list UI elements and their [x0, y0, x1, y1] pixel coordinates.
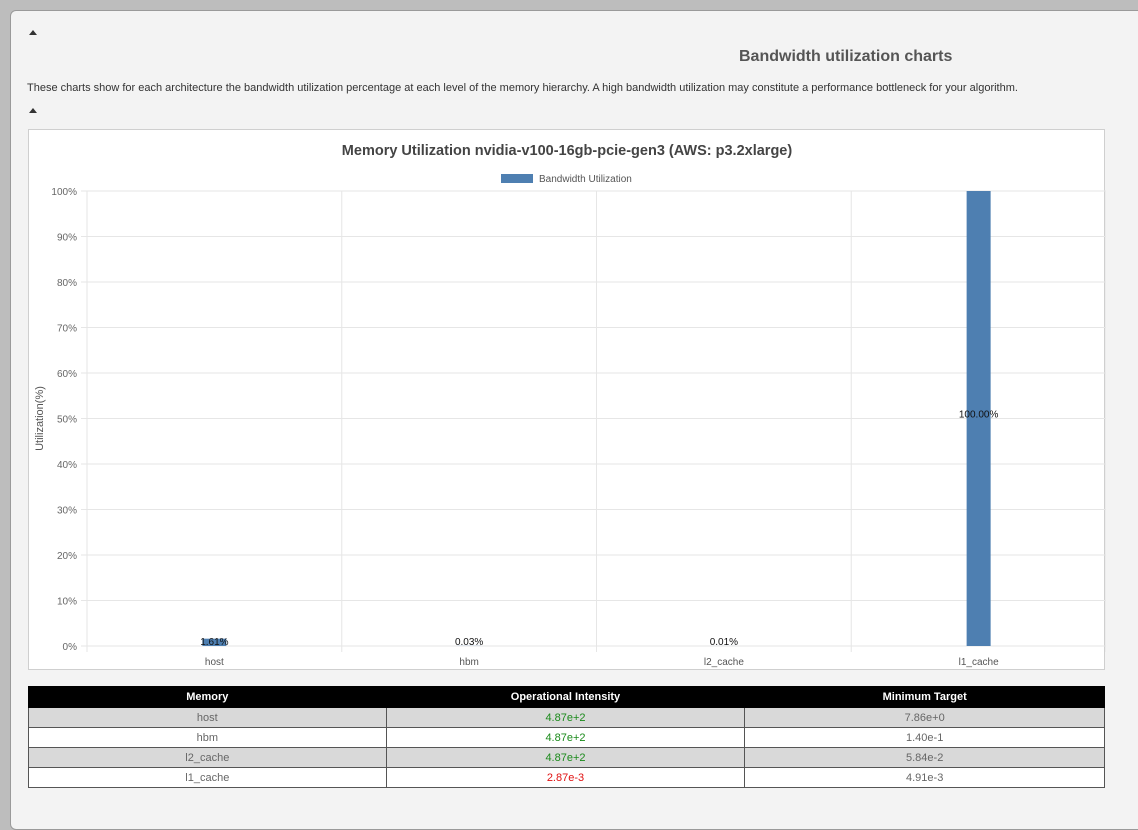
x-tick-label: host	[205, 657, 224, 668]
operational-intensity-cell: 4.87e+2	[386, 748, 745, 768]
x-tick-label: l1_cache	[959, 657, 999, 668]
memory-cell: host	[29, 708, 387, 728]
y-tick-label: 30%	[57, 506, 77, 517]
minimum-target-cell: 5.84e-2	[745, 748, 1105, 768]
y-tick-label: 100%	[51, 187, 77, 198]
legend-label: Bandwidth Utilization	[539, 174, 632, 185]
operational-intensity-cell: 4.87e+2	[386, 728, 745, 748]
y-tick-label: 70%	[57, 324, 77, 335]
collapse-section-caret-icon[interactable]	[29, 30, 37, 35]
chart-title: Memory Utilization nvidia-v100-16gb-pcie…	[342, 143, 793, 159]
memory-table: Memory Operational Intensity Minimum Tar…	[28, 686, 1105, 788]
y-tick-label: 50%	[57, 415, 77, 426]
section-description: These charts show for each architecture …	[27, 82, 1018, 94]
section-title: Bandwidth utilization charts	[739, 48, 952, 66]
data-label: 0.03%	[455, 637, 483, 648]
memory-cell: hbm	[29, 728, 387, 748]
y-tick-label: 90%	[57, 233, 77, 244]
y-axis-label: Utilization(%)	[34, 386, 46, 451]
table-row: l2_cache 4.87e+2 5.84e-2	[29, 748, 1105, 768]
operational-intensity-cell: 2.87e-3	[386, 768, 745, 788]
data-label: 1.61%	[200, 637, 228, 648]
minimum-target-cell: 1.40e-1	[745, 728, 1105, 748]
y-tick-label: 60%	[57, 369, 77, 380]
memory-cell: l2_cache	[29, 748, 387, 768]
table-header-row: Memory Operational Intensity Minimum Tar…	[29, 687, 1105, 708]
column-header-minimum-target: Minimum Target	[745, 687, 1105, 708]
minimum-target-cell: 7.86e+0	[745, 708, 1105, 728]
y-tick-label: 40%	[57, 460, 77, 471]
data-label: 0.01%	[710, 637, 738, 648]
minimum-target-cell: 4.91e-3	[745, 768, 1105, 788]
y-tick-label: 0%	[63, 642, 78, 653]
operational-intensity-cell: 4.87e+2	[386, 708, 745, 728]
y-tick-label: 10%	[57, 597, 77, 608]
table-row: l1_cache 2.87e-3 4.91e-3	[29, 768, 1105, 788]
table-row: host 4.87e+2 7.86e+0	[29, 708, 1105, 728]
bandwidth-chart: Memory Utilization nvidia-v100-16gb-pcie…	[29, 130, 1106, 671]
x-tick-label: l2_cache	[704, 657, 744, 668]
collapse-chart-caret-icon[interactable]	[29, 108, 37, 113]
y-tick-label: 20%	[57, 551, 77, 562]
memory-cell: l1_cache	[29, 768, 387, 788]
chart-container: Memory Utilization nvidia-v100-16gb-pcie…	[28, 129, 1105, 670]
data-label: 100.00%	[959, 410, 999, 421]
legend-swatch	[501, 174, 533, 183]
x-tick-label: hbm	[459, 657, 478, 668]
y-tick-label: 80%	[57, 278, 77, 289]
table-row: hbm 4.87e+2 1.40e-1	[29, 728, 1105, 748]
column-header-operational-intensity: Operational Intensity	[386, 687, 745, 708]
column-header-memory: Memory	[29, 687, 387, 708]
